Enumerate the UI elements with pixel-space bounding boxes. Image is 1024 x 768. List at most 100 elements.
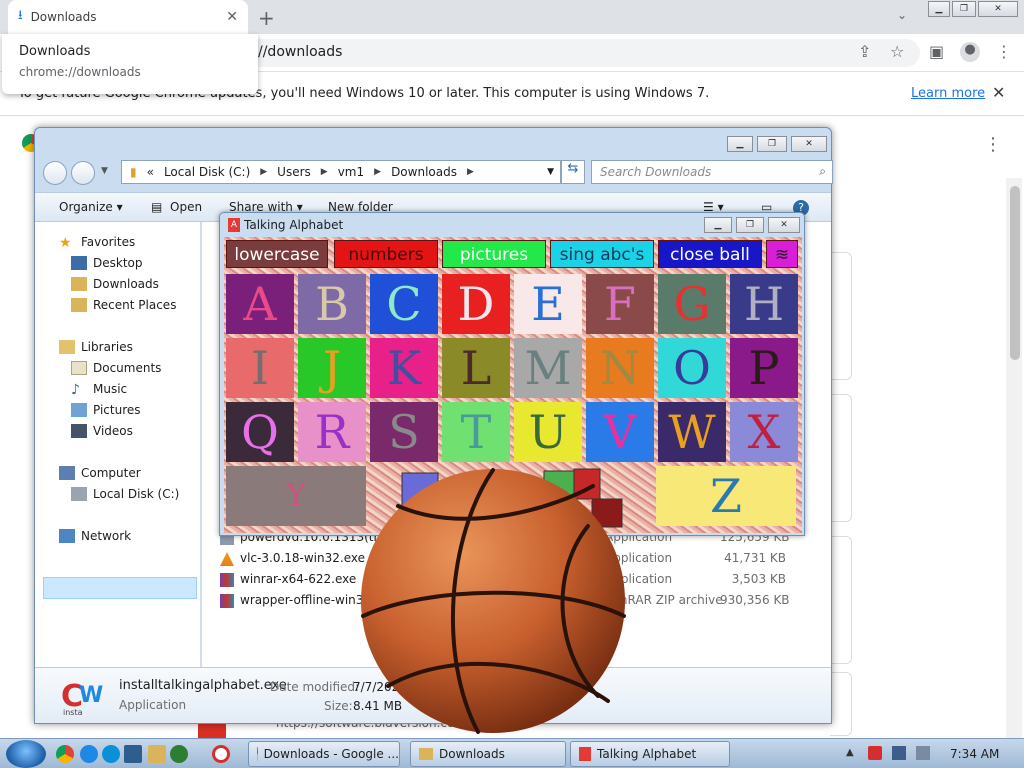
maximize-button[interactable]: ❐ [952,1,976,17]
refresh-icon[interactable]: ⇆ [561,160,585,184]
close-ball-button[interactable]: close ball [658,240,762,268]
letter-tile-n[interactable]: N [586,338,654,398]
nav-recent-places[interactable]: Recent Places [71,295,176,315]
lowercase-button[interactable]: lowercase [226,240,328,268]
letter-tile-u[interactable]: U [514,402,582,462]
nav-desktop[interactable]: Desktop [71,253,143,273]
taskbar-talking-alphabet[interactable]: Talking Alphabet [570,741,730,767]
utorrent-quicklaunch-icon[interactable] [170,745,188,763]
letter-tile-i[interactable]: I [226,338,294,398]
learn-more-link[interactable]: Learn more [911,86,985,101]
open-button[interactable]: Open [170,200,202,214]
taskbar-explorer-downloads[interactable]: Downloads [410,741,566,767]
ta-close-button[interactable]: ✕ [768,217,800,233]
open-icon[interactable]: ▤ [151,200,162,214]
breadcrumb-separator-icon[interactable]: ▶ [260,167,267,177]
breadcrumb-separator-icon[interactable]: ▶ [467,167,474,177]
nav-documents[interactable]: Documents [71,358,161,378]
show-hidden-icons-chevron-icon[interactable]: ▲ [846,747,854,758]
letter-tile-d[interactable]: D [442,274,510,334]
letter-tile-r[interactable]: R [298,402,366,462]
start-button[interactable] [6,740,46,768]
breadcrumb-separator-icon[interactable]: ▶ [374,167,381,177]
chrome-menu-icon[interactable]: ⋮ [996,42,1012,61]
organize-button[interactable]: Organize ▾ [59,200,123,214]
letter-tile-b[interactable]: B [298,274,366,334]
bookmark-star-icon[interactable]: ☆ [890,42,904,61]
close-window-button[interactable]: ✕ [978,1,1018,17]
nav-network[interactable]: Network [59,526,131,546]
letter-tile-a[interactable]: A [226,274,294,334]
letter-tile-p[interactable]: P [730,338,798,398]
more-actions-icon[interactable]: ⋮ [984,134,1002,155]
nav-libraries[interactable]: Libraries [59,337,133,357]
letter-tile-e[interactable]: E [514,274,582,334]
ta-minimize-button[interactable]: ▁ [704,217,732,233]
nav-downloads[interactable]: Downloads [71,274,159,294]
ta-maximize-button[interactable]: ❐ [736,217,764,233]
network-tray-icon[interactable] [892,746,906,760]
letter-tile-y[interactable]: Y [226,466,366,526]
basketball[interactable] [358,466,628,736]
minimize-button[interactable]: ▁ [928,1,950,17]
infobar-close-icon[interactable]: ✕ [992,83,1005,102]
volume-muted-icon[interactable] [916,746,930,760]
numbers-button[interactable]: numbers [334,240,438,268]
search-icon[interactable]: ⌕ [819,164,826,179]
edge-quicklaunch-icon[interactable] [102,745,120,763]
scrollbar-thumb[interactable] [1010,186,1020,360]
sound-wave-icon[interactable]: ≋ [766,240,798,268]
tab-downloads[interactable]: ⭳ Downloads ✕ [8,0,248,34]
back-button[interactable] [43,161,67,185]
letter-tile-g[interactable]: G [658,274,726,334]
letter-tile-j[interactable]: J [298,338,366,398]
ie-quicklaunch-icon[interactable] [80,745,98,763]
omnibox-url[interactable]: //downloads [258,44,342,60]
letter-tile-c[interactable]: C [370,274,438,334]
chrome-quicklaunch-icon[interactable] [56,745,74,763]
overflow-chevron-icon[interactable]: « [147,165,154,179]
breadcrumb-separator-icon[interactable]: ▶ [321,167,328,177]
close-tab-icon[interactable]: ✕ [226,9,238,25]
sing-abcs-button[interactable]: sing abc's [550,240,654,268]
recent-pages-chevron-icon[interactable]: ▼ [101,166,108,176]
nav-music[interactable]: ♪ Music [71,379,127,399]
taskbar-clock[interactable]: 7:34 AM [950,747,999,761]
breadcrumb-vm1[interactable]: vm1 [338,165,364,179]
letter-tile-f[interactable]: F [586,274,654,334]
taskbar-chrome-downloads[interactable]: Downloads - Google ... [248,741,400,767]
letter-tile-k[interactable]: K [370,338,438,398]
nav-pictures[interactable]: Pictures [71,400,141,420]
opera-quicklaunch-icon[interactable] [212,745,230,763]
breadcrumb-local-disk[interactable]: Local Disk (C:) [164,165,250,179]
new-tab-button[interactable]: + [258,6,275,30]
letter-tile-z[interactable]: Z [656,466,796,526]
letter-tile-o[interactable]: O [658,338,726,398]
side-panel-icon[interactable]: ▣ [929,42,944,61]
explorer-maximize-button[interactable]: ❐ [757,136,787,152]
show-desktop-quicklaunch-icon[interactable] [124,745,142,763]
letter-tile-t[interactable]: T [442,402,510,462]
letter-tile-v[interactable]: V [586,402,654,462]
tab-search-chevron-icon[interactable]: ⌄ [897,8,907,22]
address-dropdown-icon[interactable]: ▼ [547,167,554,177]
letter-tile-w[interactable]: W [658,402,726,462]
nav-computer[interactable]: Computer [59,463,141,483]
explorer-quicklaunch-icon[interactable] [148,745,166,763]
action-center-flag-icon[interactable] [868,746,882,760]
breadcrumb-users[interactable]: Users [277,165,311,179]
nav-videos[interactable]: Videos [71,421,133,441]
letter-tile-s[interactable]: S [370,402,438,462]
address-bar[interactable]: ▮ « Local Disk (C:) ▶ Users ▶ vm1 ▶ Downloa… [121,160,561,184]
letter-tile-x[interactable]: X [730,402,798,462]
search-downloads-input[interactable]: Search Downloads ⌕ [591,160,833,184]
letter-tile-h[interactable]: H [730,274,798,334]
nav-local-disk[interactable]: Local Disk (C:) [71,484,179,504]
share-icon[interactable]: ⇪ [858,42,871,61]
letter-tile-l[interactable]: L [442,338,510,398]
pictures-button[interactable]: pictures [442,240,546,268]
breadcrumb-downloads[interactable]: Downloads [391,165,457,179]
letter-tile-m[interactable]: M [514,338,582,398]
forward-button[interactable] [71,161,95,185]
explorer-minimize-button[interactable]: ▁ [727,136,753,152]
